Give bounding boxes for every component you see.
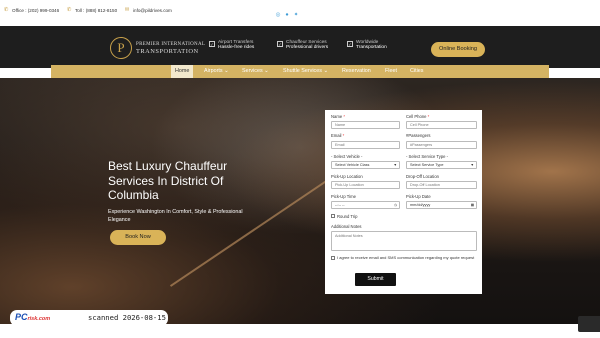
main-nav: Home Airports ⌄ Services ⌄ Shuttle Servi…	[0, 65, 600, 78]
consent-checkbox[interactable]	[331, 256, 335, 260]
vehicle-select[interactable]: Select Vehicle Class ▼	[331, 161, 400, 169]
notes-textarea[interactable]: Additional Notes	[331, 231, 477, 251]
nav-item-services[interactable]: Services ⌄	[242, 65, 269, 78]
facebook-icon[interactable]: ●	[284, 12, 290, 18]
nav-item-home[interactable]: Home	[171, 65, 194, 78]
pickup-time-label: Pick-Up Time	[331, 194, 356, 199]
recaptcha-badge[interactable]	[578, 316, 600, 332]
vehicle-label: - Select Vehicle -	[331, 154, 363, 159]
phone-icon: ✆	[3, 7, 9, 13]
pickup-date-input[interactable]: mm/dd/yyyy ▦	[406, 201, 477, 209]
cell-phone-input[interactable]: Cell Phone	[406, 121, 477, 129]
nav-item-airports[interactable]: Airports ⌄	[204, 65, 229, 78]
service-type-label: - Select Service Type -	[406, 154, 449, 159]
calendar-icon: ▦	[470, 203, 474, 207]
email-label: Email *	[331, 133, 345, 138]
feature-airport: ✓ Airport Transfers Hassle-free rides	[209, 40, 254, 50]
pickup-location-input[interactable]: Pick-Up Location	[331, 181, 400, 189]
site-header: P PREMIER INTERNATIONAL TRANSPORTATION ✓…	[0, 26, 600, 68]
toll-phone-text: Toll : (888) 812-8150	[75, 7, 118, 13]
social-links: ◎ ● ✦	[275, 12, 299, 18]
pickup-date-label: Pick-Up Date	[406, 194, 431, 199]
nav-bar: Home Airports ⌄ Services ⌄ Shuttle Servi…	[51, 65, 549, 78]
top-contact-bar: ✆ Office : (202) 999-0346 ✆ Toll : (888)…	[0, 0, 600, 26]
mail-icon: ✉	[124, 7, 130, 13]
online-booking-button[interactable]: Online Booking	[431, 42, 485, 57]
feature-chauffeur: ✓ Chauffeur Services Professional driver…	[277, 40, 328, 50]
logo-line1[interactable]: PREMIER INTERNATIONAL	[136, 42, 205, 47]
nav-item-fleet[interactable]: Fleet	[385, 65, 397, 78]
instagram-icon[interactable]: ◎	[275, 12, 281, 18]
feature-desc: Professional drivers	[286, 45, 329, 50]
nav-item-shuttle-services[interactable]: Shuttle Services ⌄	[283, 65, 328, 78]
twitter-icon[interactable]: ✦	[293, 12, 299, 18]
logo-mark[interactable]: P	[110, 37, 132, 59]
passengers-label: #Passengers	[406, 133, 431, 138]
feature-worldwide: ✓ Worldwide Transportation	[347, 40, 387, 50]
clock-icon: ◷	[393, 203, 397, 207]
check-icon: ✓	[347, 41, 353, 47]
logo-line2[interactable]: TRANSPORTATION	[136, 48, 199, 55]
passengers-input[interactable]: #Passengers	[406, 141, 477, 149]
pickup-time-input[interactable]: --:-- -- ◷	[331, 201, 400, 209]
feature-desc: Transportation	[356, 45, 387, 50]
nav-item-reservation[interactable]: Reservation	[342, 65, 371, 78]
feature-desc: Hassle-free rides	[218, 45, 255, 50]
check-icon: ✓	[209, 41, 215, 47]
email-text: info@pildrives.com	[133, 7, 172, 13]
name-input[interactable]: Name	[331, 121, 400, 129]
email-input[interactable]: Email	[331, 141, 400, 149]
notes-label: Additional Notes	[331, 224, 362, 229]
service-type-select[interactable]: Select Service Type ▼	[406, 161, 477, 169]
name-label: Name *	[331, 114, 345, 119]
submit-button[interactable]: Submit	[355, 273, 396, 286]
email-contact[interactable]: ✉ info@pildrives.com	[124, 7, 172, 13]
office-phone[interactable]: ✆ Office : (202) 999-0346	[3, 7, 59, 13]
chevron-down-icon: ▼	[470, 163, 474, 167]
cell-phone-label: Cell Phone *	[406, 114, 430, 119]
phone-icon: ✆	[66, 7, 72, 13]
pcrisk-logo: PCrisk.com	[15, 312, 51, 322]
round-trip-checkbox[interactable]	[331, 214, 335, 218]
bottom-strip	[0, 324, 600, 338]
hero-title: Best Luxury Chauffeur Services In Distri…	[108, 159, 228, 202]
hero-subtitle: Experience Washington In Comfort, Style …	[108, 209, 243, 223]
hero-background	[0, 78, 600, 324]
chevron-down-icon: ▼	[393, 163, 397, 167]
round-trip-label: Round Trip	[337, 214, 358, 219]
toll-phone[interactable]: ✆ Toll : (888) 812-8150	[66, 7, 117, 13]
office-phone-text: Office : (202) 999-0346	[12, 7, 60, 13]
consent-label: I agree to receive email and SMS communi…	[337, 255, 475, 260]
book-now-button[interactable]: Book Now	[110, 230, 166, 245]
dropoff-location-input[interactable]: Drop-Off Location	[406, 181, 477, 189]
scanned-date: scanned 2026-08-15	[88, 313, 166, 322]
check-icon: ✓	[277, 41, 283, 47]
dropoff-location-label: Drop-Off Location	[406, 174, 439, 179]
pickup-location-label: Pick-Up Location	[331, 174, 363, 179]
nav-item-cities[interactable]: Cities	[410, 65, 423, 78]
